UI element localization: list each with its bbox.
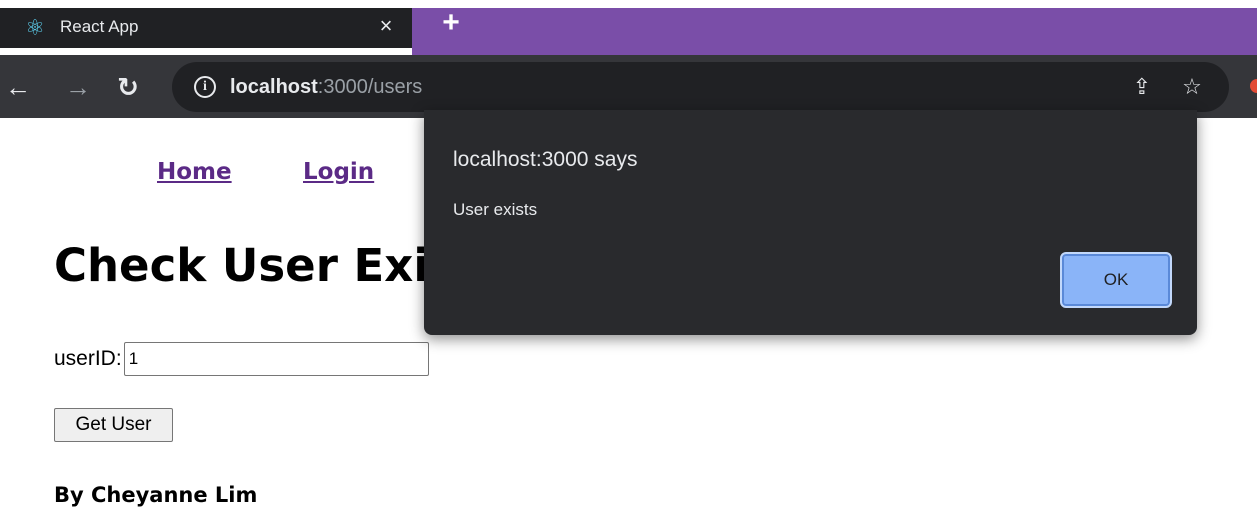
ok-button[interactable]: OK xyxy=(1060,252,1172,308)
tab-react-app[interactable]: ⚛ React App × xyxy=(0,8,412,48)
nav-link-home[interactable]: Home xyxy=(157,158,232,186)
forward-arrow-icon[interactable]: → xyxy=(62,71,94,103)
share-icon[interactable]: ⇪ xyxy=(1127,72,1157,102)
dialog-title: localhost:3000 says xyxy=(453,148,638,171)
new-tab-icon[interactable]: + xyxy=(436,8,466,40)
userid-row: userID: xyxy=(54,342,429,376)
back-arrow-icon[interactable]: ← xyxy=(2,71,34,103)
close-icon[interactable]: × xyxy=(372,12,400,40)
alert-dialog: localhost:3000 says User exists OK xyxy=(424,110,1197,335)
url-text[interactable]: localhost:3000/users xyxy=(230,75,422,99)
extension-icon[interactable] xyxy=(1250,79,1257,93)
dialog-message: User exists xyxy=(453,200,538,219)
star-icon[interactable]: ☆ xyxy=(1177,72,1207,102)
tab-title: React App xyxy=(60,17,139,36)
nav-link-login[interactable]: Login xyxy=(303,158,374,186)
react-atom-icon: ⚛ xyxy=(25,15,45,40)
reload-icon[interactable]: ↻ xyxy=(112,71,144,103)
address-bar[interactable]: i localhost:3000/users ⇪ ☆ xyxy=(172,62,1229,112)
byline: By Cheyanne Lim xyxy=(54,483,258,507)
get-user-button[interactable]: Get User xyxy=(54,408,173,442)
info-icon[interactable]: i xyxy=(194,76,216,98)
browser-toolbar: ← → ↻ i localhost:3000/users ⇪ ☆ xyxy=(0,55,1257,118)
tab-strip: ⚛ React App × + xyxy=(0,0,1257,55)
userid-label: userID: xyxy=(54,347,122,370)
userid-input[interactable] xyxy=(123,342,429,376)
tab-strip-background: + xyxy=(412,8,1257,55)
